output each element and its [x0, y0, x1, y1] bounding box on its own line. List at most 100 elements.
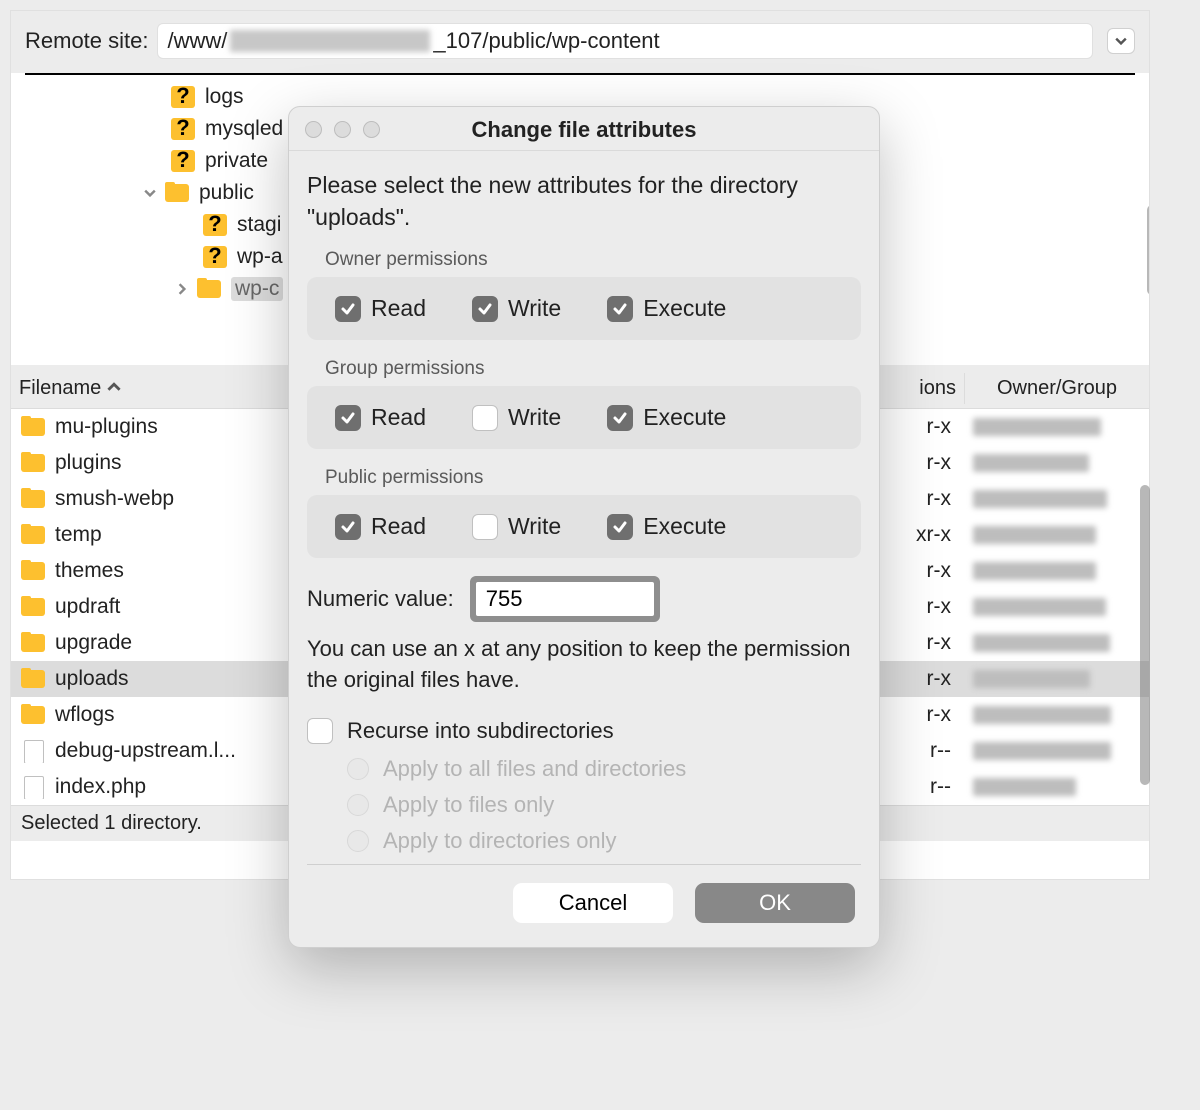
- public-execute-checkbox[interactable]: Execute: [607, 513, 726, 540]
- file-owner: [965, 742, 1149, 760]
- owner-redacted: [973, 778, 1076, 796]
- remote-path-combo[interactable]: /www/ _107/public/wp-content: [157, 23, 1094, 59]
- folder-icon: [21, 416, 45, 438]
- remote-site-row: Remote site: /www/ _107/public/wp-conten…: [11, 11, 1149, 73]
- folder-icon: [21, 524, 45, 546]
- window-close-icon[interactable]: [305, 121, 322, 138]
- group-write-checkbox[interactable]: Write: [472, 404, 561, 431]
- owner-redacted: [973, 562, 1096, 580]
- recurse-checkbox[interactable]: [307, 718, 333, 744]
- ok-button[interactable]: OK: [695, 883, 855, 923]
- folder-icon: [197, 278, 221, 300]
- tree-item-label: stagi: [237, 213, 281, 237]
- checkbox-icon: [335, 405, 361, 431]
- remote-path-dropdown-button[interactable]: [1107, 28, 1135, 54]
- owner-read-checkbox[interactable]: Read: [335, 295, 426, 322]
- dialog-titlebar[interactable]: Change file attributes: [289, 107, 879, 151]
- numeric-value-input[interactable]: [475, 581, 655, 617]
- checkbox-icon: [472, 405, 498, 431]
- chevron-right-icon[interactable]: [173, 280, 191, 298]
- folder-icon: [21, 596, 45, 618]
- tree-scrollbar[interactable]: [1147, 205, 1149, 295]
- remote-path-redacted: [230, 30, 430, 52]
- cancel-button[interactable]: Cancel: [513, 883, 673, 923]
- file-name: mu-plugins: [55, 415, 158, 439]
- window-zoom-icon[interactable]: [363, 121, 380, 138]
- radio-apply-dirs: Apply to directories only: [307, 828, 861, 854]
- group-permissions-label: Group permissions: [307, 358, 861, 380]
- col-header-filename-text: Filename: [19, 377, 101, 400]
- checkbox-label: Execute: [643, 513, 726, 540]
- owner-redacted: [973, 742, 1111, 760]
- folder-icon: [21, 704, 45, 726]
- numeric-value-row: Numeric value:: [307, 576, 861, 622]
- col-header-owner[interactable]: Owner/Group: [965, 373, 1149, 404]
- change-attributes-dialog: Change file attributes Please select the…: [288, 106, 880, 948]
- group-execute-checkbox[interactable]: Execute: [607, 404, 726, 431]
- folder-icon: [21, 632, 45, 654]
- tree-item-label: private: [205, 149, 268, 173]
- sort-asc-icon: [107, 377, 121, 400]
- group-read-checkbox[interactable]: Read: [335, 404, 426, 431]
- tree-item-label: wp-a: [237, 245, 283, 269]
- dialog-separator: [307, 864, 861, 865]
- owner-permissions-group: Owner permissions Read Write Execute: [307, 249, 861, 340]
- tree-item-label: public: [199, 181, 254, 205]
- checkbox-icon: [607, 514, 633, 540]
- numeric-hint: You can use an x at any position to keep…: [307, 634, 861, 696]
- owner-redacted: [973, 418, 1101, 436]
- public-write-checkbox[interactable]: Write: [472, 513, 561, 540]
- unknown-folder-icon: [171, 150, 195, 172]
- checkbox-label: Write: [508, 295, 561, 322]
- numeric-value-label: Numeric value:: [307, 586, 454, 612]
- checkbox-label: Read: [371, 404, 426, 431]
- file-name: uploads: [55, 667, 129, 691]
- unknown-folder-icon: [171, 118, 195, 140]
- public-read-checkbox[interactable]: Read: [335, 513, 426, 540]
- folder-icon: [21, 452, 45, 474]
- chevron-down-icon: [1115, 30, 1127, 53]
- file-name: smush-webp: [55, 487, 174, 511]
- owner-execute-checkbox[interactable]: Execute: [607, 295, 726, 322]
- checkbox-icon: [335, 514, 361, 540]
- tree-item-label: mysqled: [205, 117, 283, 141]
- radio-icon: [347, 830, 369, 852]
- checkbox-label: Write: [508, 404, 561, 431]
- checkbox-label: Write: [508, 513, 561, 540]
- folder-icon: [21, 668, 45, 690]
- owner-redacted: [973, 670, 1090, 688]
- owner-redacted: [973, 526, 1096, 544]
- group-permissions-group: Group permissions Read Write Execute: [307, 358, 861, 449]
- unknown-folder-icon: [203, 246, 227, 268]
- chevron-down-icon[interactable]: [141, 184, 159, 202]
- checkbox-icon: [335, 296, 361, 322]
- tree-item-label: logs: [205, 85, 244, 109]
- folder-icon: [21, 560, 45, 582]
- public-permissions-group: Public permissions ReadWriteExecute: [307, 467, 861, 558]
- file-name: updraft: [55, 595, 120, 619]
- owner-redacted: [973, 598, 1106, 616]
- unknown-folder-icon: [171, 86, 195, 108]
- file-name: temp: [55, 523, 102, 547]
- checkbox-icon: [472, 296, 498, 322]
- file-icon: [21, 776, 45, 798]
- file-owner: [965, 490, 1149, 508]
- owner-redacted: [973, 454, 1089, 472]
- list-scrollbar[interactable]: [1140, 485, 1150, 785]
- file-name: upgrade: [55, 631, 132, 655]
- remote-site-label: Remote site:: [25, 28, 149, 54]
- file-owner: [965, 670, 1149, 688]
- owner-permissions-label: Owner permissions: [307, 249, 861, 271]
- file-name: wflogs: [55, 703, 115, 727]
- radio-icon: [347, 794, 369, 816]
- checkbox-icon: [472, 514, 498, 540]
- recurse-label: Recurse into subdirectories: [347, 718, 614, 744]
- col-header-filename[interactable]: Filename: [11, 373, 291, 404]
- file-name: themes: [55, 559, 124, 583]
- owner-redacted: [973, 634, 1110, 652]
- window-minimize-icon[interactable]: [334, 121, 351, 138]
- owner-write-checkbox[interactable]: Write: [472, 295, 561, 322]
- file-owner: [965, 454, 1149, 472]
- unknown-folder-icon: [203, 214, 227, 236]
- file-owner: [965, 418, 1149, 436]
